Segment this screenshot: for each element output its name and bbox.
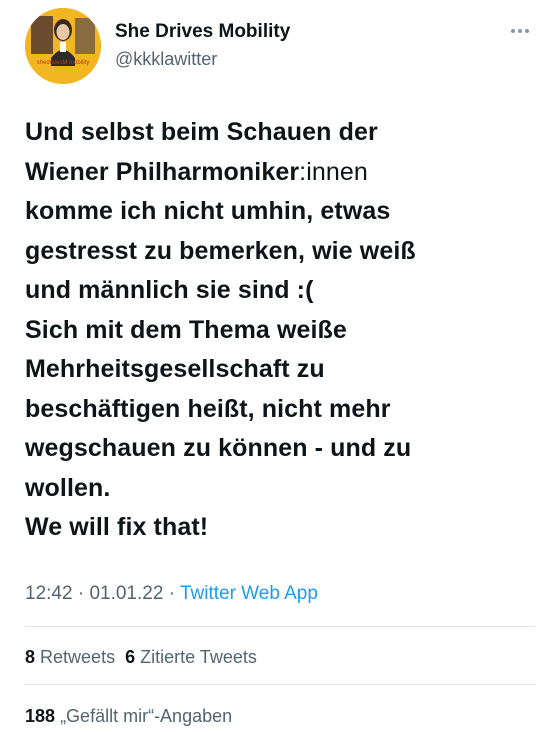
likes-link[interactable]: 188 „Gefällt mir“-Angaben <box>25 706 232 726</box>
retweets-link[interactable]: 8 Retweets <box>25 647 115 667</box>
tweet-time[interactable]: 12:42 <box>25 583 73 604</box>
tweet-line: Mehrheitsgesellschaft zu <box>25 355 325 383</box>
tweet-line: Sich mit dem Thema weiße <box>25 315 347 344</box>
tweet-text: Und selbst beim Schauen der Wiener Philh… <box>25 113 525 548</box>
likes-stats: 188 „Gefällt mir“-Angaben <box>25 706 232 727</box>
source-app-link[interactable]: Twitter Web App <box>180 583 318 604</box>
avatar[interactable]: shedrivesM mobility <box>25 8 101 84</box>
avatar-photo-icon <box>25 8 101 84</box>
quote-tweets-link[interactable]: 6 Zitierte Tweets <box>125 647 257 667</box>
display-name[interactable]: She Drives Mobility <box>115 21 290 43</box>
divider <box>25 684 535 685</box>
quotes-label: Zitierte Tweets <box>140 647 257 667</box>
likes-label: „Gefällt mir“-Angaben <box>60 706 233 726</box>
meta-separator: · <box>72 583 90 604</box>
user-names: She Drives Mobility @kkklawitter <box>115 21 290 70</box>
retweets-label: Retweets <box>40 647 116 667</box>
tweet-date[interactable]: 01.01.22 <box>89 583 163 604</box>
tweet-line: wollen. <box>25 473 111 502</box>
tweet-line: beschäftigen heißt, nicht mehr <box>25 394 391 423</box>
tweet-line: We will fix that! <box>25 513 209 541</box>
tweet-header: shedrivesM mobility She Drives Mobility … <box>25 8 535 88</box>
tweet-line: komme ich nicht umhin, etwas <box>25 197 391 225</box>
retweets-count: 8 <box>25 647 36 667</box>
avatar-brand-text: shedrivesM mobility <box>36 60 90 66</box>
divider <box>25 626 535 627</box>
tweet-line-bold: Wiener Philharmoniker <box>25 157 300 186</box>
quotes-count: 6 <box>125 647 136 667</box>
tweet-line-plain: :innen <box>299 157 368 186</box>
user-handle[interactable]: @kkklawitter <box>115 48 290 70</box>
engagement-stats: 8 Retweets 6 Zitierte Tweets <box>25 647 257 668</box>
tweet-line: Und selbst beim Schauen der <box>25 118 378 146</box>
tweet-line: gestresst zu bemerken, wie weiß <box>25 236 416 265</box>
likes-count: 188 <box>25 706 56 726</box>
tweet-line: und männlich sie sind :( <box>25 276 314 304</box>
tweet-meta: 12:42 · 01.01.22 · Twitter Web App <box>25 583 318 605</box>
more-options-icon[interactable] <box>511 20 535 33</box>
tweet-line: wegschauen zu können - und zu <box>25 434 412 462</box>
tweet-line: Wiener Philharmoniker:innen <box>25 153 525 193</box>
meta-separator: · <box>163 583 180 604</box>
